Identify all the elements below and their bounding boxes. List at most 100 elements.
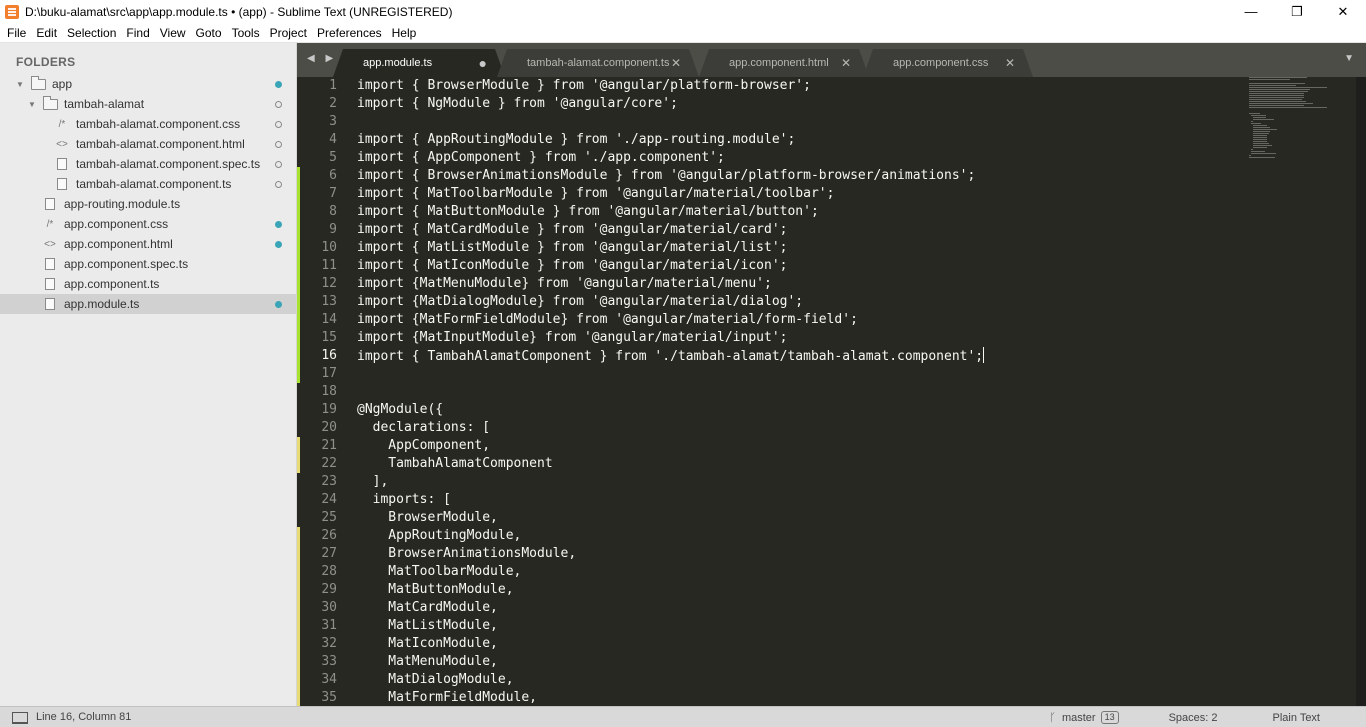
vertical-scrollbar[interactable] [1356, 77, 1366, 706]
tree-file-app-component-spec[interactable]: app.component.spec.ts [0, 254, 296, 274]
line-number: 20 [321, 420, 337, 435]
code-line[interactable]: import { MatToolbarModule } from '@angul… [357, 185, 834, 203]
code-line[interactable]: MatFormFieldModule, [357, 689, 537, 706]
menu-find[interactable]: Find [121, 23, 154, 43]
code-line[interactable]: AppComponent, [357, 437, 490, 455]
code-line[interactable]: MatCardModule, [357, 599, 498, 617]
tab-tambah-alamat-component-ts[interactable]: tambah-alamat.component.ts ✕ [497, 49, 699, 77]
line-number: 21 [321, 438, 337, 453]
tab-list-dropdown-icon[interactable]: ▼ [1344, 53, 1354, 64]
code-line[interactable]: MatMenuModule, [357, 653, 498, 671]
code-line[interactable]: MatButtonModule, [357, 581, 513, 599]
code-line[interactable]: declarations: [ [357, 419, 490, 437]
minimap-line [1249, 107, 1327, 108]
code-line[interactable]: import { MatIconModule } from '@angular/… [357, 257, 787, 275]
code-line[interactable]: ], [357, 473, 389, 491]
unsaved-dot-icon[interactable]: ● [479, 55, 487, 71]
tree-file-app-routing[interactable]: app-routing.module.ts [0, 194, 296, 214]
tree-file-tambah-alamat-css[interactable]: /* tambah-alamat.component.css [0, 114, 296, 134]
minimize-button[interactable]: — [1228, 0, 1274, 23]
panel-toggle-icon[interactable] [12, 711, 28, 724]
minimap-line [1251, 115, 1266, 116]
expand-arrow-icon[interactable]: ▼ [28, 100, 38, 109]
code-line-text: import {MatMenuModule} from '@angular/ma… [357, 276, 772, 291]
code-line[interactable]: import {MatDialogModule} from '@angular/… [357, 293, 803, 311]
tab-app-module[interactable]: app.module.ts ● [333, 49, 505, 77]
code-line[interactable]: import { BrowserAnimationsModule } from … [357, 167, 975, 185]
line-number: 3 [329, 114, 337, 129]
line-number: 33 [321, 654, 337, 669]
code-line[interactable]: import { BrowserModule } from '@angular/… [357, 77, 811, 95]
menu-selection[interactable]: Selection [62, 23, 121, 43]
minimap-line [1249, 157, 1275, 158]
line-number: 22 [321, 456, 337, 471]
indentation-setting[interactable]: Spaces: 2 [1169, 712, 1218, 724]
line-number: 19 [321, 402, 337, 417]
maximize-button[interactable]: ❐ [1274, 0, 1320, 23]
tab-app-component-css[interactable]: app.component.css ✕ [863, 49, 1033, 77]
tree-folder-tambah-alamat[interactable]: ▼ tambah-alamat [0, 94, 296, 114]
code-line-text: import { MatCardModule } from '@angular/… [357, 222, 788, 237]
tree-file-tambah-alamat-ts[interactable]: tambah-alamat.component.ts [0, 174, 296, 194]
tree-file-app-component-ts[interactable]: app.component.ts [0, 274, 296, 294]
code-line[interactable]: import {MatFormFieldModule} from '@angul… [357, 311, 858, 329]
code-line[interactable]: import { MatCardModule } from '@angular/… [357, 221, 787, 239]
code-line[interactable]: import { NgModule } from '@angular/core'… [357, 95, 678, 113]
code-line[interactable]: MatToolbarModule, [357, 563, 521, 581]
code-line[interactable]: import { AppComponent } from './app.comp… [357, 149, 725, 167]
menu-help[interactable]: Help [387, 23, 422, 43]
menu-file[interactable]: File [2, 23, 31, 43]
code-line[interactable]: MatIconModule, [357, 635, 498, 653]
menu-edit[interactable]: Edit [31, 23, 62, 43]
minimap-line [1253, 145, 1272, 146]
expand-arrow-icon[interactable]: ▼ [16, 80, 26, 89]
code-line-text: MatListModule, [357, 618, 498, 633]
minimap-line [1253, 143, 1269, 144]
tree-item-label: tambah-alamat.component.spec.ts [76, 157, 261, 171]
minimap-line [1253, 137, 1267, 138]
close-tab-icon[interactable]: ✕ [1005, 56, 1015, 70]
modified-dot-icon [275, 240, 282, 248]
code-line[interactable]: AppRoutingModule, [357, 527, 521, 545]
line-number: 26 [321, 528, 337, 543]
menu-view[interactable]: View [155, 23, 191, 43]
code-line[interactable]: import { TambahAlamatComponent } from '.… [357, 347, 985, 366]
code-line[interactable]: MatDialogModule, [357, 671, 513, 689]
code-line[interactable]: import { MatListModule } from '@angular/… [357, 239, 787, 257]
git-branch[interactable]: ᚴ master 13 [1049, 711, 1119, 724]
menu-project[interactable]: Project [265, 23, 312, 43]
code-line[interactable]: BrowserModule, [357, 509, 498, 527]
code-line[interactable]: BrowserAnimationsModule, [357, 545, 576, 563]
tree-file-tambah-alamat-html[interactable]: <> tambah-alamat.component.html [0, 134, 296, 154]
code-line[interactable]: import { MatButtonModule } from '@angula… [357, 203, 819, 221]
tree-file-app-module[interactable]: app.module.ts [0, 294, 296, 314]
line-number: 2 [329, 96, 337, 111]
minimap-line [1251, 149, 1253, 150]
tab-app-component-html[interactable]: app.component.html ✕ [699, 49, 869, 77]
menu-preferences[interactable]: Preferences [312, 23, 387, 43]
code-line[interactable]: imports: [ [357, 491, 451, 509]
line-number: 9 [329, 222, 337, 237]
syntax-selector[interactable]: Plain Text [1273, 712, 1321, 724]
menu-goto[interactable]: Goto [191, 23, 227, 43]
code-line[interactable]: TambahAlamatComponent [357, 455, 552, 473]
tree-file-app-component-html[interactable]: <> app.component.html [0, 234, 296, 254]
tree-item-label: tambah-alamat.component.html [76, 137, 245, 151]
close-tab-icon[interactable]: ✕ [841, 56, 851, 70]
minimap-line [1249, 77, 1307, 78]
tree-folder-app[interactable]: ▼ app [0, 74, 296, 94]
tree-item-label: app.component.html [64, 237, 173, 251]
code-line[interactable]: import {MatInputModule} from '@angular/m… [357, 329, 787, 347]
folder-open-icon [30, 75, 46, 90]
code-editor[interactable]: 1 2 3 4 5 6 7 8 9 10 11 12 13 14 15 16 17 18 19 20 21 22 23 24 2… [297, 77, 1366, 706]
code-line[interactable]: MatListModule, [357, 617, 498, 635]
code-line[interactable]: import {MatMenuModule} from '@angular/ma… [357, 275, 772, 293]
close-tab-icon[interactable]: ✕ [671, 56, 681, 70]
tree-file-tambah-alamat-spec[interactable]: tambah-alamat.component.spec.ts [0, 154, 296, 174]
close-button[interactable]: ✕ [1320, 0, 1366, 23]
minimap[interactable] [1249, 77, 1349, 177]
menu-tools[interactable]: Tools [227, 23, 265, 43]
code-line[interactable]: @NgModule({ [357, 401, 443, 419]
tree-file-app-component-css[interactable]: /* app.component.css [0, 214, 296, 234]
code-line[interactable]: import { AppRoutingModule } from './app-… [357, 131, 795, 149]
